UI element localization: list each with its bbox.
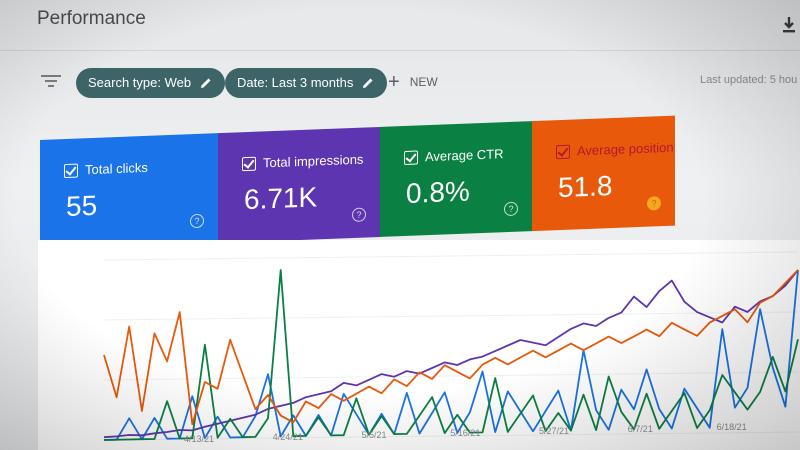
checkbox-icon[interactable] [242,156,256,171]
x-tick-label: 6/18/21 [717,422,747,432]
top-bar: Performance [0,0,800,51]
x-tick-label: 4/13/21 [184,434,214,444]
series-line-average-position[interactable] [103,269,799,426]
metric-value: 51.8 [558,170,613,204]
help-icon[interactable]: ? [352,207,366,223]
search-type-label: Search type: Web [88,75,192,90]
new-filter-label: NEW [409,75,438,89]
x-tick-label: 4/24/21 [273,432,303,442]
search-type-chip[interactable]: Search type: Web [76,68,226,98]
filter-bar: Search type: Web Date: Last 3 months + N… [0,51,800,115]
x-tick-label: 5/27/21 [539,426,569,436]
performance-chart: 4/13/21 4/24/21 5/5/21 5/16/21 5/27/21 6/7/21… [38,240,800,450]
chart-svg: 4/13/21 4/24/21 5/5/21 5/16/21 5/27/21 6/7/21… [103,251,799,444]
metric-card-total-impressions[interactable]: Total impressions 6.71K ? [218,126,380,244]
metric-label: Average CTR [425,146,504,165]
checkbox-icon[interactable] [64,163,78,178]
metric-label-wrap: Total clicks [64,160,148,178]
date-range-label: Date: Last 3 months [237,75,354,90]
series-line-total-clicks[interactable] [103,269,799,441]
metric-label-wrap: Average position [556,140,674,160]
x-tick-label: 6/7/21 [628,424,653,434]
checkbox-icon[interactable] [556,144,570,159]
metric-card-average-position[interactable]: Average position 51.8 ? [532,115,675,232]
metric-label-wrap: Total impressions [242,152,363,172]
metric-label: Average position [577,139,674,159]
filter-icon[interactable] [40,73,62,89]
plus-icon: + [388,71,400,93]
checkbox-icon[interactable] [404,149,418,165]
metric-cards: Total clicks 55 ? Total impressions 6.71… [40,106,675,255]
page-title: Performance [37,8,146,29]
metric-label-wrap: Average CTR [404,146,504,165]
metric-value: 0.8% [406,175,470,209]
download-icon[interactable] [780,14,798,36]
metric-value: 55 [66,189,98,223]
help-icon[interactable]: ? [190,213,204,229]
metric-value: 6.71K [244,181,318,216]
edit-pencil-icon [201,78,211,88]
edit-pencil-icon [363,78,373,88]
date-range-chip[interactable]: Date: Last 3 months [225,68,388,98]
metric-label: Total impressions [263,151,364,171]
new-filter-button[interactable]: + NEW [388,72,438,92]
x-tick-label: 5/5/21 [362,430,387,440]
grid-line [103,311,799,321]
metric-label: Total clicks [85,159,148,178]
screen: Performance Search type: Web Date: Last … [0,0,800,450]
x-tick-label: 5/16/21 [450,428,480,438]
help-icon[interactable]: ? [504,201,518,217]
last-updated-text: Last updated: 5 hou [700,74,798,86]
metric-card-average-ctr[interactable]: Average CTR 0.8% ? [380,121,532,237]
grid-line [103,251,799,261]
help-icon[interactable]: ? [647,196,661,211]
metric-card-total-clicks[interactable]: Total clicks 55 ? [40,133,218,250]
